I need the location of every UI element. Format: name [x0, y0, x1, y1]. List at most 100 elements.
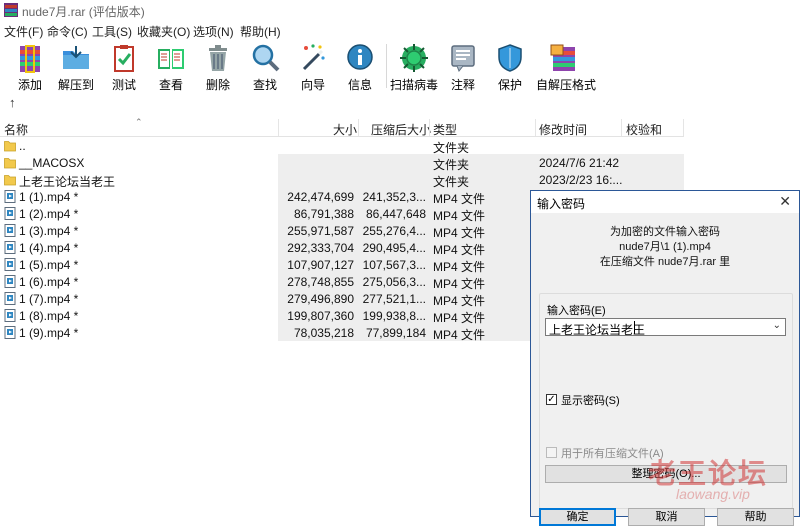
chevron-down-icon[interactable]: ⌄: [773, 320, 781, 331]
video-file-icon: [4, 292, 16, 305]
file-size: 278,748,855: [287, 275, 354, 289]
list-item[interactable]: 上老王论坛当老王 文件夹 2023/2/23 16:...: [0, 171, 684, 189]
column-checksum[interactable]: 校验和: [626, 121, 662, 138]
row-highlight: [278, 154, 684, 171]
column-packed[interactable]: 压缩后大小: [371, 121, 431, 138]
file-size: 242,474,699: [287, 190, 354, 204]
column-divider[interactable]: [621, 119, 622, 136]
file-name: __MACOSX: [19, 156, 85, 170]
extract-to-button[interactable]: 解压到: [51, 42, 101, 92]
file-name: 1 (1).mp4 *: [19, 190, 79, 204]
column-divider[interactable]: [358, 119, 359, 136]
sfx-button[interactable]: 自解压格式: [536, 42, 597, 92]
column-name[interactable]: 名称: [4, 121, 28, 138]
file-packed-size: 107,567,3...: [362, 258, 426, 272]
video-file-icon: [4, 207, 16, 220]
title-bar: nude7月.rar (评估版本): [0, 0, 800, 20]
test-button[interactable]: 测试: [99, 42, 149, 92]
file-packed-size: 77,899,184: [365, 326, 426, 340]
menu-options[interactable]: 选项(N): [193, 23, 234, 40]
file-name: 1 (4).mp4 *: [19, 241, 79, 255]
dialog-info-archive: 在压缩文件 nude7月.rar 里: [599, 256, 731, 268]
window-title: nude7月.rar (评估版本): [22, 5, 145, 19]
wizard-wand-icon: [302, 44, 325, 71]
text-caret: [634, 321, 635, 334]
view-button[interactable]: 查看: [146, 42, 196, 92]
toolbar-separator: [386, 44, 387, 88]
file-modified: 2024/7/6 21:42: [539, 156, 620, 170]
file-packed-size: 255,276,4...: [362, 224, 426, 238]
wizard-label: 向导: [300, 78, 325, 92]
file-name: ..: [19, 139, 26, 153]
column-divider[interactable]: [278, 119, 279, 136]
comment-button[interactable]: 注释: [438, 42, 488, 92]
file-packed-size: 199,938,8...: [362, 309, 426, 323]
toolbar: 添加 解压到 测试 查看 删除 查找 向导 信息 扫描病毒 注释 保护 自解压格…: [0, 40, 800, 92]
menu-tools[interactable]: 工具(S): [92, 23, 132, 40]
wizard-button[interactable]: 向导: [288, 42, 338, 92]
ok-button[interactable]: 确定: [539, 508, 616, 526]
menu-favorites[interactable]: 收藏夹(O): [137, 23, 190, 40]
file-size: 86,791,388: [293, 207, 354, 221]
video-file-icon: [4, 190, 16, 203]
trash-icon: [209, 45, 227, 71]
menu-help[interactable]: 帮助(H): [240, 23, 281, 40]
menu-bar: 文件(F) 命令(C) 工具(S) 收藏夹(O) 选项(N) 帮助(H): [0, 20, 800, 40]
view-label: 查看: [158, 78, 183, 92]
column-type[interactable]: 类型: [433, 121, 457, 138]
file-size: 255,971,587: [287, 224, 354, 238]
info-icon: [347, 44, 373, 70]
file-name: 1 (7).mp4 *: [19, 292, 79, 306]
protect-button[interactable]: 保护: [485, 42, 535, 92]
menu-file[interactable]: 文件(F): [4, 23, 43, 40]
virus-scan-icon: [400, 44, 428, 72]
file-name: 1 (2).mp4 *: [19, 207, 79, 221]
find-button[interactable]: 查找: [240, 42, 290, 92]
show-password-checkbox[interactable]: ✓: [546, 394, 557, 405]
folder-icon: [4, 175, 16, 186]
delete-button[interactable]: 删除: [193, 42, 243, 92]
info-button[interactable]: 信息: [335, 42, 385, 92]
file-packed-size: 290,495,4...: [362, 241, 426, 255]
help-button[interactable]: 帮助: [717, 508, 794, 526]
video-file-icon: [4, 241, 16, 254]
column-divider[interactable]: [683, 119, 684, 136]
use-for-all-checkbox[interactable]: [546, 447, 557, 458]
test-clipboard-icon: [114, 45, 134, 72]
up-arrow-icon[interactable]: ↑: [9, 95, 16, 110]
sfx-label: 自解压格式: [536, 78, 597, 92]
video-file-icon: [4, 309, 16, 322]
add-label: 添加: [17, 78, 42, 92]
column-modified[interactable]: 修改时间: [539, 121, 587, 138]
password-input[interactable]: 上老王论坛当老王 ⌄: [545, 318, 786, 337]
watermark-url: laowang.vip: [676, 486, 750, 502]
close-icon[interactable]: ✕: [779, 193, 791, 210]
add-button[interactable]: 添加: [5, 42, 55, 92]
file-name: 1 (8).mp4 *: [19, 309, 79, 323]
password-label: 输入密码(E): [547, 305, 606, 317]
password-value: 上老王论坛当老王: [549, 323, 646, 337]
column-divider[interactable]: [535, 119, 536, 136]
view-book-icon: [158, 49, 184, 69]
file-size: 78,035,218: [293, 326, 354, 340]
file-name: 1 (6).mp4 *: [19, 275, 79, 289]
show-password-label[interactable]: 显示密码(S): [561, 392, 620, 408]
cancel-button[interactable]: 取消: [628, 508, 705, 526]
magnifier-icon: [252, 44, 280, 72]
menu-commands[interactable]: 命令(C): [47, 23, 88, 40]
file-name: 1 (5).mp4 *: [19, 258, 79, 272]
test-label: 测试: [111, 78, 136, 92]
winrar-app-icon[interactable]: [4, 3, 18, 17]
virus-scan-button[interactable]: 扫描病毒: [389, 42, 439, 92]
list-item[interactable]: .. 文件夹: [0, 137, 684, 155]
file-size: 107,907,127: [287, 258, 354, 272]
file-name: 1 (3).mp4 *: [19, 224, 79, 238]
dialog-info-line1: 为加密的文件输入密码: [610, 226, 720, 238]
column-divider[interactable]: [429, 119, 430, 136]
column-size[interactable]: 大小: [333, 121, 357, 138]
comment-label: 注释: [450, 78, 475, 92]
extract-folder-icon: [63, 46, 89, 69]
virus-scan-label: 扫描病毒: [389, 78, 438, 92]
list-item[interactable]: __MACOSX 文件夹 2024/7/6 21:42: [0, 154, 684, 172]
dialog-title: 输入密码: [537, 197, 586, 211]
